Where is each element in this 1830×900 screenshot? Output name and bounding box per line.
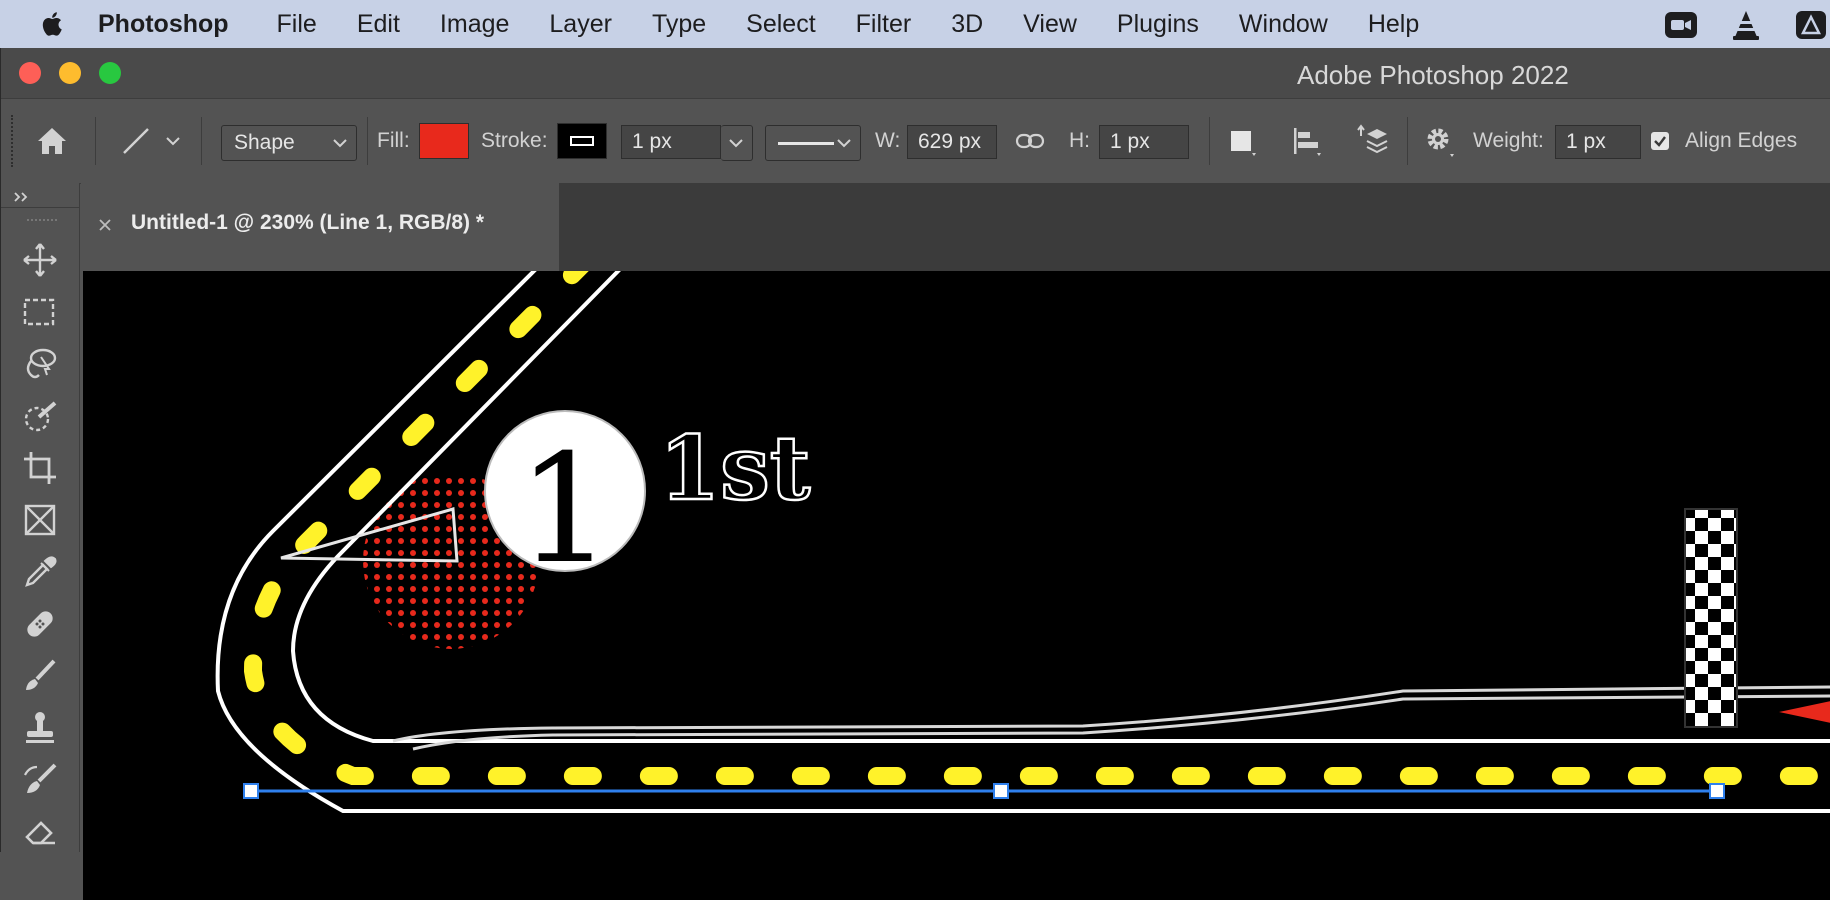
options-grip[interactable] (11, 115, 17, 167)
options-bar: Shape Fill: Stroke: 1 px W: 629 px H: 1 … (1, 98, 1830, 184)
eraser-tool-icon[interactable] (21, 813, 59, 851)
shape-mode-value: Shape (234, 131, 295, 154)
menu-select[interactable]: Select (746, 10, 815, 39)
place-text: 1st (659, 416, 811, 520)
menu-view[interactable]: View (1023, 10, 1077, 39)
path-alignment-icon[interactable] (1291, 99, 1327, 183)
weight-label: Weight: (1473, 129, 1544, 152)
stroke-type-dropdown[interactable] (765, 125, 861, 161)
close-window-button[interactable] (19, 62, 41, 84)
stroke-type-solid-preview (778, 142, 834, 145)
menu-plugins[interactable]: Plugins (1117, 10, 1199, 39)
line-tool-preset-picker[interactable] (119, 99, 183, 183)
height-label: H: (1069, 129, 1090, 152)
chevron-down-icon (729, 139, 743, 148)
frame-tool-icon[interactable] (21, 501, 59, 539)
weight-field[interactable]: 1 px (1555, 125, 1641, 159)
checkered-flag (1684, 508, 1738, 728)
document-tab-bar: Untitled-1 @ 230% (Line 1, RGB/8) * (81, 183, 1830, 271)
menu-layer[interactable]: Layer (549, 10, 612, 39)
line-anchor-mid[interactable] (993, 783, 1009, 799)
menu-edit[interactable]: Edit (357, 10, 400, 39)
crop-tool-icon[interactable] (21, 449, 59, 487)
menu-image[interactable]: Image (440, 10, 509, 39)
eyedropper-tool-icon[interactable] (21, 553, 59, 591)
minimize-window-button[interactable] (59, 62, 81, 84)
menu-bar: Photoshop File Edit Image Layer Type Sel… (0, 0, 1830, 48)
photoshop-window: Adobe Photoshop 2022 Shape Fill: Stroke:… (0, 48, 1830, 900)
canvas-artwork: 1 1st (215, 271, 1830, 813)
apple-icon[interactable] (38, 9, 68, 39)
width-label: W: (875, 129, 901, 152)
window-title: Adobe Photoshop 2022 (1297, 60, 1569, 90)
chevron-down-icon (837, 139, 851, 148)
align-edges-checkbox[interactable] (1651, 132, 1669, 150)
link-icon[interactable] (1015, 99, 1049, 183)
menu-3d[interactable]: 3D (951, 10, 983, 39)
track-upper-curve-line (392, 685, 1830, 743)
rectangular-marquee-tool-icon[interactable] (21, 293, 59, 331)
chevron-down-icon (166, 137, 180, 146)
number-circle-digit: 1 (517, 423, 612, 597)
fill-label: Fill: (377, 129, 410, 152)
spot-healing-brush-tool-icon[interactable] (21, 605, 59, 643)
warning-icon[interactable] (1794, 8, 1830, 42)
clone-stamp-tool-icon[interactable] (21, 709, 59, 747)
chevron-down-icon (333, 139, 347, 148)
stroke-label: Stroke: (481, 129, 548, 152)
line-anchor-start[interactable] (243, 783, 259, 799)
move-tool-icon[interactable] (21, 241, 59, 279)
menu-app-photoshop[interactable]: Photoshop (98, 10, 229, 39)
expand-panel-icon[interactable] (13, 191, 31, 203)
align-edges-label: Align Edges (1685, 129, 1798, 152)
tools-grip[interactable] (27, 219, 57, 225)
video-camera-icon[interactable] (1664, 8, 1698, 42)
red-arrow-tip (1779, 701, 1830, 723)
line-tool-icon (123, 128, 149, 154)
window-titlebar: Adobe Photoshop 2022 (1, 48, 1830, 98)
document-tab[interactable]: Untitled-1 @ 230% (Line 1, RGB/8) * (81, 183, 560, 271)
menu-help[interactable]: Help (1368, 10, 1419, 39)
menu-filter[interactable]: Filter (856, 10, 912, 39)
menu-type[interactable]: Type (652, 10, 706, 39)
brush-tool-icon[interactable] (21, 657, 59, 695)
path-operations-icon[interactable] (1227, 99, 1263, 183)
document-tab-title: Untitled-1 @ 230% (Line 1, RGB/8) * (131, 211, 485, 234)
vlc-cone-icon[interactable] (1728, 8, 1764, 42)
stroke-width-dropdown[interactable] (721, 125, 753, 161)
object-selection-tool-icon[interactable] (21, 397, 59, 435)
gear-icon[interactable] (1423, 99, 1461, 183)
document-canvas[interactable]: 1 1st (83, 271, 1830, 900)
stroke-color-swatch[interactable] (557, 123, 607, 159)
line-anchor-end[interactable] (1709, 783, 1725, 799)
checkmark-icon (1654, 136, 1666, 147)
path-arrangement-icon[interactable] (1355, 99, 1393, 183)
tools-panel (1, 183, 80, 852)
width-field[interactable]: 629 px (907, 125, 997, 159)
height-field[interactable]: 1 px (1099, 125, 1189, 159)
menu-window[interactable]: Window (1239, 10, 1328, 39)
shape-mode-dropdown[interactable]: Shape (221, 125, 357, 161)
home-icon[interactable] (35, 99, 77, 183)
lasso-tool-icon[interactable] (21, 345, 59, 383)
menu-file[interactable]: File (277, 10, 317, 39)
zoom-window-button[interactable] (99, 62, 121, 84)
history-brush-tool-icon[interactable] (21, 761, 59, 799)
close-tab-icon[interactable] (97, 217, 113, 233)
fill-color-swatch[interactable] (419, 123, 469, 159)
stroke-width-field[interactable]: 1 px (621, 125, 721, 159)
